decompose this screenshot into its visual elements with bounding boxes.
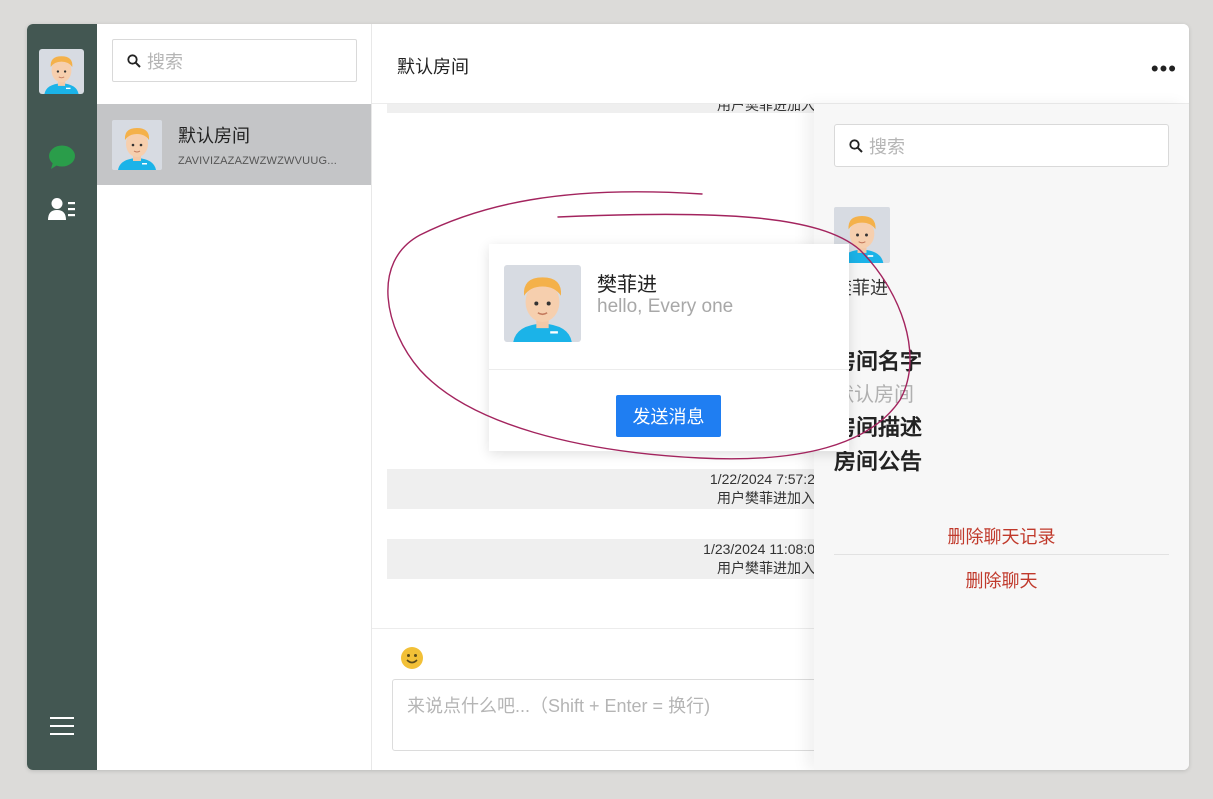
system-message-text: 用户樊菲进加入 bbox=[717, 560, 815, 576]
search-input[interactable]: 搜索 bbox=[112, 39, 357, 82]
chat-bubble-icon[interactable] bbox=[48, 143, 76, 171]
profile-name: 樊菲进 bbox=[597, 274, 657, 296]
search-placeholder: 搜索 bbox=[147, 51, 183, 72]
profile-message: hello, Every one bbox=[597, 296, 734, 317]
room-info-drawer: 搜索 樊菲进 房间名字 默认房间 房间描述 房间公告 删除聊天记录 删除聊天 bbox=[814, 104, 1189, 770]
system-message-time: 1/23/2024 11:08:0 bbox=[703, 541, 815, 557]
clear-history-button[interactable]: 删除聊天记录 bbox=[834, 523, 1169, 549]
my-avatar[interactable] bbox=[39, 49, 84, 94]
nav-rail bbox=[27, 24, 97, 770]
profile-avatar bbox=[504, 265, 581, 342]
send-message-button[interactable]: 发送消息 bbox=[616, 395, 721, 437]
hamburger-menu-icon[interactable] bbox=[48, 712, 76, 740]
list-item-room[interactable]: 默认房间 ZAVIVIZAZAZWZWZWVUUG... bbox=[97, 104, 371, 185]
delete-chat-button[interactable]: 删除聊天 bbox=[834, 567, 1169, 593]
divider bbox=[834, 554, 1169, 555]
member-search-input[interactable]: 搜索 bbox=[834, 124, 1169, 167]
system-message-time: 1/22/2024 7:57:2 bbox=[709, 471, 815, 487]
room-name: 默认房间 bbox=[178, 126, 250, 146]
search-icon bbox=[127, 53, 141, 68]
divider bbox=[489, 369, 849, 370]
contacts-icon[interactable] bbox=[48, 195, 76, 223]
system-message-text: 用户樊菲进加入 bbox=[717, 490, 815, 506]
room-avatar bbox=[112, 120, 162, 170]
more-options-icon[interactable]: ••• bbox=[1151, 58, 1177, 80]
emoji-icon[interactable] bbox=[400, 646, 424, 670]
profile-card: 樊菲进 hello, Every one 发送消息 bbox=[489, 244, 849, 451]
chat-title: 默认房间 bbox=[397, 57, 469, 77]
system-message: 1/22/2024 7:57:2 用户樊菲进加入 bbox=[387, 469, 827, 509]
search-icon bbox=[849, 138, 863, 153]
system-message-text: 用户樊菲进加入 bbox=[717, 104, 815, 113]
chat-header: 默认房间 ••• bbox=[372, 24, 1189, 104]
room-subtitle: ZAVIVIZAZAZWZWZWVUUG... bbox=[178, 155, 337, 167]
conversation-list: 搜索 默认房间 ZAVIVIZAZAZWZWZWVUUG... bbox=[97, 24, 372, 770]
search-placeholder: 搜索 bbox=[869, 136, 905, 157]
system-message: 1/23/2024 11:08:0 用户樊菲进加入 bbox=[387, 539, 827, 579]
system-message: 用户樊菲进加入 bbox=[387, 104, 827, 113]
